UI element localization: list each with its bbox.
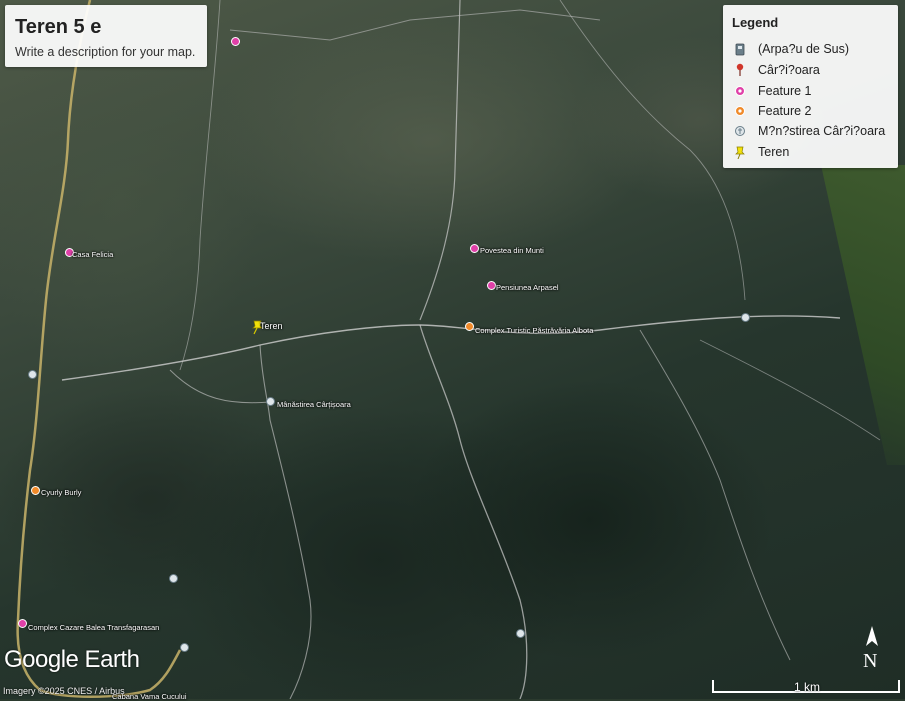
poi-marker[interactable] [28,370,37,379]
legend-item-feature-2[interactable]: Feature 2 [733,102,812,120]
yellow-pushpin-icon [733,144,747,160]
feature-1-marker[interactable] [470,244,479,253]
google-earth-logo: Google Earth [4,646,140,673]
legend-label: (Arpa?u de Sus) [758,42,850,56]
legend-label: Feature 1 [758,84,812,98]
north-letter: N [863,650,878,672]
map-title-panel[interactable]: Teren 5 e Write a description for your m… [5,5,207,67]
feature-2-marker[interactable] [465,322,474,331]
map-title: Teren 5 e [15,16,102,38]
legend-item-cartisoara[interactable]: Câr?i?oara [733,61,820,79]
map-description[interactable]: Write a description for your map. [15,45,195,59]
poi-marker[interactable] [169,574,178,583]
feature-1-marker[interactable] [487,281,496,290]
church-icon [733,123,747,139]
feature-1-marker[interactable] [18,619,27,628]
legend-item-teren[interactable]: Teren [733,143,789,161]
scale-bar: 1 km [712,680,902,694]
placemark-label-balea[interactable]: Complex Cazare Balea Transfagarasan [28,623,159,632]
legend-label: Feature 2 [758,104,812,118]
placemark-label-cyurly[interactable]: Cyurly Burly [41,488,81,497]
legend-label: Câr?i?oara [758,63,820,77]
placemark-label-casa-felicia[interactable]: Casa Felicia [72,250,113,259]
imagery-attribution: Imagery ©2025 CNES / Airbus [3,686,125,696]
placemark-label-povestea[interactable]: Povestea din Munti [480,246,544,255]
orange-circle-icon [733,103,747,119]
magenta-circle-icon [733,83,747,99]
scale-label: 1 km [794,680,821,694]
legend-label: M?n?stirea Câr?i?oara [758,124,886,138]
placemark-label-pensiunea[interactable]: Pensiunea Arpasel [496,283,559,292]
legend-title: Legend [732,15,779,30]
poi-marker[interactable] [180,643,189,652]
legend-item-feature-1[interactable]: Feature 1 [733,82,812,100]
monastery-marker[interactable] [266,397,275,406]
legend-label: Teren [758,145,790,159]
red-pin-icon [733,62,747,78]
north-arrow-icon[interactable]: N [860,624,884,674]
placemark-label-manastirea[interactable]: Mânăstirea Cârțișoara [277,400,351,409]
legend-item-manastirea[interactable]: M?n?stirea Câr?i?oara [733,122,885,140]
legend-item-arpasu[interactable]: (Arpa?u de Sus) [733,40,849,58]
feature-1-marker[interactable] [231,37,240,46]
placemark-label-teren[interactable]: Teren [260,321,283,331]
building-icon [733,41,747,57]
placemark-label-complex-albota[interactable]: Complex Turistic Păstrăvăria Albota [475,326,593,335]
poi-marker[interactable] [741,313,750,322]
feature-2-marker[interactable] [31,486,40,495]
legend-panel: Legend (Arpa?u de Sus) Câr?i?oara Featur… [723,5,898,168]
poi-marker[interactable] [516,629,525,638]
